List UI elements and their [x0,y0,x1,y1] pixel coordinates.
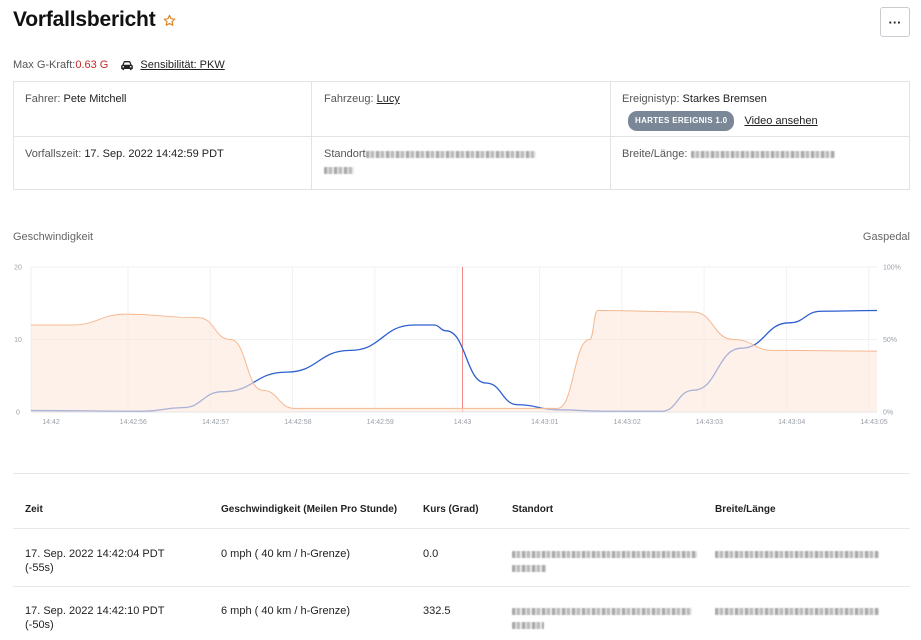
y-tick-right: 0% [883,410,893,417]
location-label: Standort [324,148,366,160]
video-link[interactable]: Video ansehen [744,115,817,127]
x-tick: 14:42:58 [284,419,311,426]
row-time: 17. Sep. 2022 14:42:10 PDT (-50s) [25,604,164,632]
row-speed: 6 mph ( 40 km / h-Grenze) [221,605,350,617]
row-time-value: 17. Sep. 2022 14:42:04 PDT [25,548,165,560]
x-tick: 14:43 [454,419,472,426]
row-location-redacted [512,550,697,558]
row-time-relative: (-55s) [25,562,54,574]
vehicle-cell: Fahrzeug: Lucy [324,91,400,107]
row-latlng [715,547,879,561]
x-tick: 14:43:05 [860,419,887,426]
g-force-label: Max G-Kraft: [13,59,76,71]
row-location [512,604,692,632]
page-title: Vorfallsbericht [13,8,156,31]
throttle-axis-title: Gaspedal [862,231,910,243]
g-force-value: 0.63 G [75,59,109,71]
row-location [512,547,697,575]
x-tick: 14:42 [42,419,60,426]
x-tick: 14:43:03 [696,419,723,426]
col-header-location[interactable]: Standort [512,504,553,515]
row-latlng-redacted [715,607,879,615]
vehicle-link[interactable]: Lucy [377,93,400,105]
row-time-value: 17. Sep. 2022 14:42:10 PDT [25,605,165,617]
event-type-value: Starkes Bremsen [682,93,767,105]
y-tick-right: 50% [883,337,897,344]
speed-axis-title: Geschwindigkeit [13,231,94,243]
driver-cell: Fahrer: Pete Mitchell [25,91,127,107]
row-time-relative: (-50s) [25,619,54,631]
x-tick: 14:42:59 [367,419,394,426]
location-redacted [324,166,354,174]
row-latlng-redacted [715,550,879,558]
sensitivity-link[interactable]: Sensibilität: PKW [140,59,224,71]
row-course: 332.5 [423,605,451,617]
speed-throttle-chart[interactable]: 20 100% 10 50% 0 0% 14:42 14:42:56 14:42:57 14:42… [0,255,921,435]
incident-info-grid: Fahrer: Pete Mitchell Fahrzeug: Lucy Ere… [13,81,910,190]
x-tick: 14:42:56 [120,419,147,426]
incident-time-cell: Vorfallszeit: 17. Sep. 2022 14:42:59 PDT [25,146,224,162]
table-row[interactable]: 17. Sep. 2022 14:42:04 PDT (-55s) 0 mph … [13,528,910,585]
vehicle-label: Fahrzeug: [324,93,374,105]
col-header-course[interactable]: Kurs (Grad) [423,504,479,515]
driver-value: Pete Mitchell [63,93,127,105]
col-header-time[interactable]: Zeit [25,504,43,515]
col-header-latlng[interactable]: Breite/Länge [715,504,776,515]
page-header: Vorfallsbericht [13,8,176,32]
throttle-area [31,310,877,412]
y-tick-right: 100% [883,265,901,272]
table-row[interactable]: 17. Sep. 2022 14:42:10 PDT (-50s) 6 mph … [13,586,910,640]
x-tick: 14:43:02 [613,419,640,426]
latlng-label: Breite/Länge: [622,148,688,160]
row-time: 17. Sep. 2022 14:42:04 PDT (-55s) [25,547,164,575]
favorite-star-icon[interactable] [163,14,176,27]
x-tick: 14:43:01 [531,419,558,426]
latlng-cell: Breite/Länge: [622,146,836,162]
row-location-redacted [512,607,692,615]
incident-time-value: 17. Sep. 2022 14:42:59 PDT [84,148,224,160]
latlng-redacted [691,150,836,158]
x-tick: 14:42:57 [202,419,229,426]
location-cell: Standort [324,146,536,178]
more-options-button[interactable]: ··· [880,7,910,37]
event-badge-row: HARTES EREIGNIS 1.0 Video ansehen [628,111,818,131]
driver-label: Fahrer: [25,93,61,105]
event-type-cell: Ereignistyp: Starkes Bremsen [622,91,767,107]
y-tick-left: 0 [16,410,20,417]
car-icon [120,60,134,71]
section-divider [13,473,910,474]
row-course: 0.0 [423,548,439,560]
row-location-redacted [512,564,546,572]
meta-line: Max G-Kraft: 0.63 G Sensibilität: PKW [13,59,225,71]
location-redacted [365,150,536,158]
grid-divider [14,136,909,137]
y-tick-left: 20 [14,265,22,272]
row-location-redacted [512,621,544,629]
y-tick-left: 10 [14,337,22,344]
event-type-label: Ereignistyp: [622,93,680,105]
incident-time-label: Vorfallszeit: [25,148,82,160]
x-tick: 14:43:04 [778,419,805,426]
hard-event-badge: HARTES EREIGNIS 1.0 [628,111,735,131]
row-speed: 0 mph ( 40 km / h-Grenze) [221,548,350,560]
col-header-speed[interactable]: Geschwindigkeit (Meilen Pro Stunde) [221,504,397,515]
row-latlng [715,604,879,618]
